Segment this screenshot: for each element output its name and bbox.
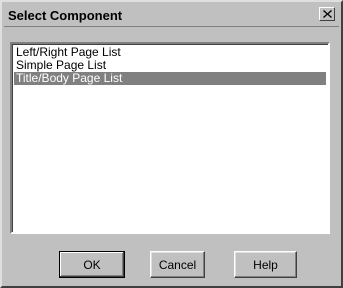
ok-button[interactable]: OK	[59, 251, 125, 278]
component-listbox[interactable]: Left/Right Page List Simple Page List Ti…	[10, 42, 330, 234]
help-button[interactable]: Help	[234, 251, 297, 278]
close-button[interactable]	[319, 7, 335, 21]
dialog-title: Select Component	[8, 8, 123, 23]
close-icon	[322, 10, 332, 18]
title-bar[interactable]: Select Component	[4, 4, 339, 27]
select-component-dialog: Select Component Left/Right Page List Si…	[0, 0, 343, 288]
component-list: Left/Right Page List Simple Page List Ti…	[14, 46, 326, 85]
cancel-button[interactable]: Cancel	[150, 251, 205, 278]
list-item-selected[interactable]: Title/Body Page List	[14, 72, 326, 85]
